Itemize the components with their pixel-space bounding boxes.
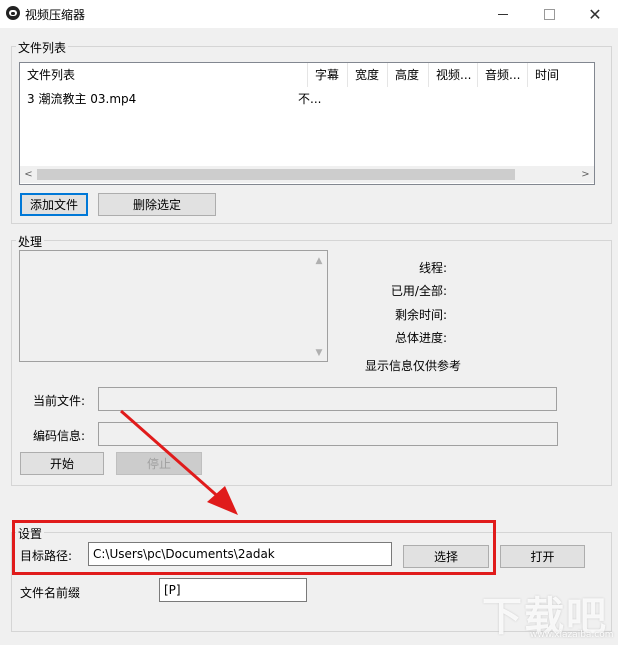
annotation-arrow-icon — [120, 409, 238, 515]
watermark-logo: 下载吧 www.xiazaiba.com — [478, 582, 618, 644]
watermark-url: www.xiazaiba.com — [530, 630, 614, 640]
